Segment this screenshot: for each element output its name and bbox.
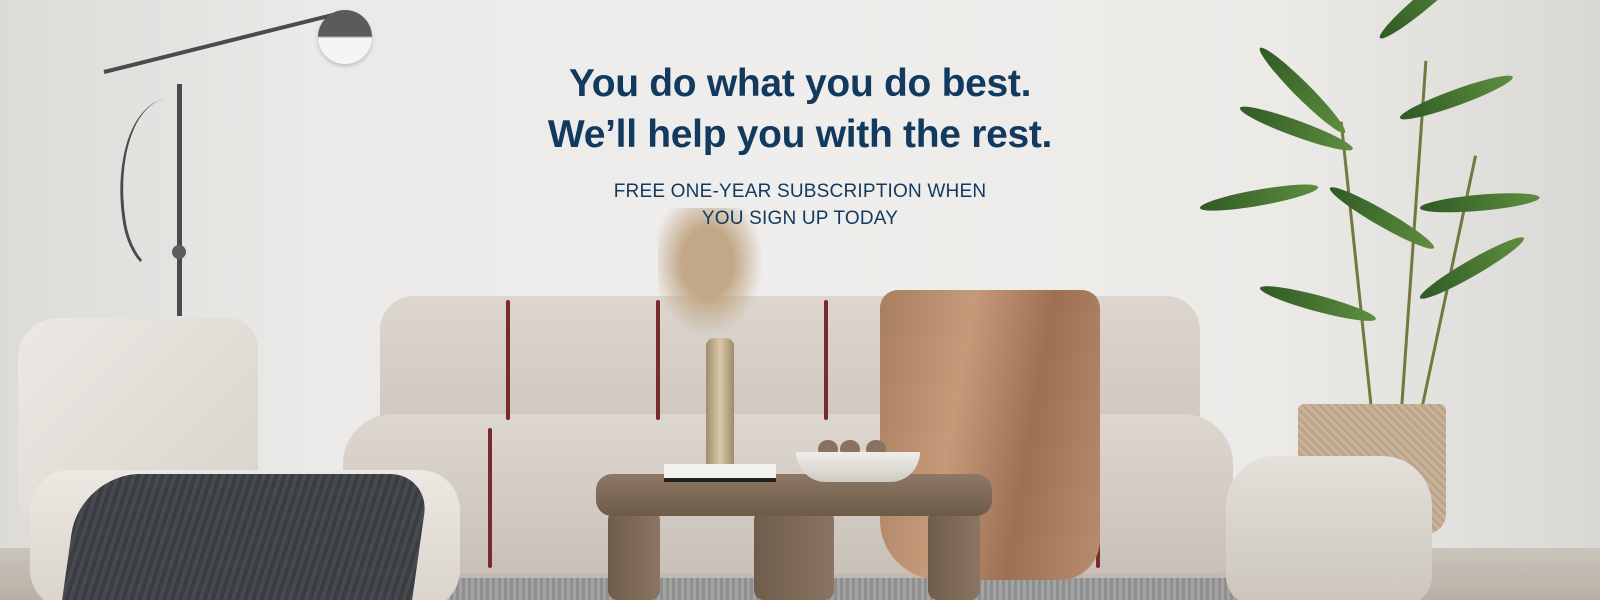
- book: [664, 464, 776, 482]
- plant-stem: [1339, 121, 1373, 411]
- pouf: [1226, 456, 1432, 600]
- rug: [450, 578, 1250, 600]
- sofa-seam: [506, 300, 510, 420]
- banner-subheadline: FREE ONE-YEAR SUBSCRIPTION WHEN YOU SIGN…: [500, 178, 1100, 232]
- plant-leaf: [1326, 181, 1438, 255]
- sofa-throw-blanket: [880, 290, 1100, 580]
- coffee-table-top: [596, 474, 992, 516]
- banner-headline: You do what you do best. We’ll help you …: [400, 58, 1200, 160]
- hero-banner[interactable]: You do what you do best. We’ll help you …: [0, 0, 1600, 600]
- coffee-table-leg: [754, 510, 834, 600]
- floor-lamp-knob: [172, 245, 186, 259]
- lamp-curve: [106, 94, 220, 276]
- floor-lamp-shade: [318, 10, 372, 64]
- plant-leaf: [1416, 231, 1528, 305]
- headline-line-1: You do what you do best.: [568, 62, 1032, 105]
- vase: [706, 338, 734, 470]
- subline-line-1: FREE ONE-YEAR SUBSCRIPTION WHEN: [613, 181, 987, 202]
- decor-bowl: [796, 452, 920, 482]
- sofa-seam: [488, 428, 492, 568]
- plant-leaf: [1397, 69, 1516, 126]
- plant-leaf: [1419, 189, 1541, 216]
- armchair-throw-blanket: [60, 474, 430, 600]
- floor-lamp-pole: [177, 84, 182, 316]
- sofa-seam: [824, 300, 828, 420]
- subline-line-2: YOU SIGN UP TODAY: [701, 208, 899, 229]
- plant-leaf: [1374, 0, 1478, 45]
- coffee-table-leg: [608, 510, 660, 600]
- floor-lamp-arm: [103, 11, 338, 74]
- plant-leaf: [1198, 179, 1320, 216]
- coffee-table-leg: [928, 510, 980, 600]
- headline-line-2: We’ll help you with the rest.: [547, 113, 1053, 156]
